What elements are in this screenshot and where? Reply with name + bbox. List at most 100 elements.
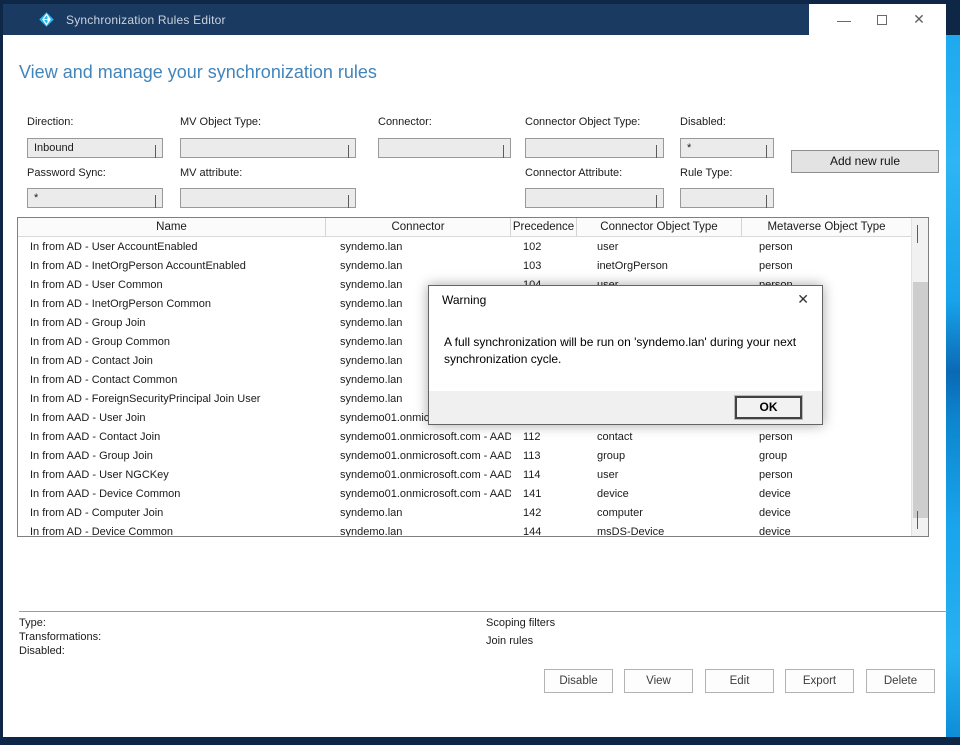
column-header-name[interactable]: Name [18, 218, 326, 236]
titlebar: Synchronization Rules Editor — ✕ [3, 4, 946, 35]
table-cell: 141 [511, 485, 577, 504]
table-cell: In from AD - Group Join [18, 314, 326, 333]
export-button[interactable]: Export [785, 669, 854, 693]
direction-dropdown[interactable]: Inbound [27, 138, 163, 158]
dialog-close-icon[interactable]: ✕ [797, 291, 809, 308]
page-title: View and manage your synchronization rul… [19, 62, 377, 83]
table-cell: user [577, 466, 742, 485]
table-cell: device [742, 523, 911, 536]
add-new-rule-button[interactable]: Add new rule [791, 150, 939, 173]
scroll-down-icon[interactable] [917, 511, 918, 529]
dialog-footer: OK [429, 391, 822, 424]
connector-attribute-label: Connector Attribute: [525, 167, 622, 179]
table-row[interactable]: In from AAD - Contact Joinsyndemo01.onmi… [18, 428, 911, 447]
table-row[interactable]: In from AD - User AccountEnabledsyndemo.… [18, 238, 911, 257]
chevron-down-icon [348, 145, 349, 157]
mv-object-type-label: MV Object Type: [180, 116, 261, 128]
minimize-icon[interactable]: — [833, 12, 855, 28]
scroll-up-icon[interactable] [917, 225, 918, 243]
table-cell: In from AD - Contact Join [18, 352, 326, 371]
scrollbar-thumb[interactable] [913, 282, 928, 518]
table-cell: In from AD - Computer Join [18, 504, 326, 523]
table-cell: syndemo01.onmicrosoft.com - AAD [326, 428, 511, 447]
rule-type-dropdown[interactable] [680, 188, 774, 208]
window-title: Synchronization Rules Editor [66, 13, 226, 27]
table-cell: group [742, 447, 911, 466]
table-cell: In from AD - InetOrgPerson Common [18, 295, 326, 314]
table-cell: person [742, 428, 911, 447]
join-rules-label: Join rules [486, 635, 533, 647]
table-row[interactable]: In from AD - InetOrgPerson AccountEnable… [18, 257, 911, 276]
app-window: Synchronization Rules Editor — ✕ View an… [3, 4, 946, 737]
table-cell: In from AD - User Common [18, 276, 326, 295]
table-cell: In from AD - InetOrgPerson AccountEnable… [18, 257, 326, 276]
desktop-background: Synchronization Rules Editor — ✕ View an… [0, 0, 960, 745]
table-cell: syndemo.lan [326, 238, 511, 257]
table-row[interactable]: In from AD - Computer Joinsyndemo.lan142… [18, 504, 911, 523]
ok-button[interactable]: OK [735, 396, 802, 419]
table-cell: msDS-Device [577, 523, 742, 536]
table-row[interactable]: In from AD - Device Commonsyndemo.lan144… [18, 523, 911, 536]
maximize-icon[interactable] [871, 12, 893, 28]
maximize-box-glyph [877, 15, 887, 25]
chevron-down-icon [656, 195, 657, 207]
desktop-wallpaper-strip [946, 35, 960, 737]
table-cell: syndemo.lan [326, 523, 511, 536]
table-cell: syndemo01.onmicrosoft.com - AAD [326, 447, 511, 466]
column-header-precedence[interactable]: Precedence [511, 218, 577, 236]
dialog-title: Warning [442, 293, 486, 307]
table-cell: In from AD - Device Common [18, 523, 326, 536]
delete-button[interactable]: Delete [866, 669, 935, 693]
disabled-filter-label: Disabled: [680, 116, 726, 128]
table-cell: contact [577, 428, 742, 447]
table-cell: 114 [511, 466, 577, 485]
connector-dropdown[interactable] [378, 138, 511, 158]
transformations-label: Transformations: [19, 631, 101, 643]
dialog-message: A full synchronization will be run on 's… [444, 334, 802, 368]
table-cell: inetOrgPerson [577, 257, 742, 276]
password-sync-dropdown[interactable]: * [27, 188, 163, 208]
table-cell: syndemo01.onmicrosoft.com - AAD [326, 466, 511, 485]
sync-diamond-icon [37, 10, 56, 29]
column-header-metaverse-object-type[interactable]: Metaverse Object Type [742, 218, 911, 236]
table-cell: syndemo.lan [326, 257, 511, 276]
table-cell: 112 [511, 428, 577, 447]
mv-attribute-dropdown[interactable] [180, 188, 356, 208]
table-cell: syndemo01.onmicrosoft.com - AAD [326, 485, 511, 504]
chevron-down-icon [155, 145, 156, 157]
disabled-detail-label: Disabled: [19, 645, 65, 657]
connector-object-type-label: Connector Object Type: [525, 116, 640, 128]
chevron-down-icon [155, 195, 156, 207]
titlebar-left: Synchronization Rules Editor [3, 4, 809, 35]
connector-object-type-dropdown[interactable] [525, 138, 664, 158]
rule-type-label: Rule Type: [680, 167, 732, 179]
table-header: Name Connector Precedence Connector Obje… [18, 218, 928, 237]
table-cell: In from AAD - User Join [18, 409, 326, 428]
table-row[interactable]: In from AAD - Group Joinsyndemo01.onmicr… [18, 447, 911, 466]
table-cell: In from AAD - Device Common [18, 485, 326, 504]
table-row[interactable]: In from AAD - Device Commonsyndemo01.onm… [18, 485, 911, 504]
connector-attribute-dropdown[interactable] [525, 188, 664, 208]
connector-label: Connector: [378, 116, 432, 128]
edit-button[interactable]: Edit [705, 669, 774, 693]
table-scrollbar[interactable] [911, 218, 928, 536]
table-cell: In from AAD - Contact Join [18, 428, 326, 447]
type-label: Type: [19, 617, 46, 629]
table-cell: In from AD - User AccountEnabled [18, 238, 326, 257]
disabled-dropdown[interactable]: * [680, 138, 774, 158]
table-cell: In from AAD - Group Join [18, 447, 326, 466]
close-icon[interactable]: ✕ [908, 11, 930, 28]
table-cell: In from AD - ForeignSecurityPrincipal Jo… [18, 390, 326, 409]
chevron-down-icon [503, 145, 504, 157]
column-header-connector-object-type[interactable]: Connector Object Type [577, 218, 742, 236]
table-cell: group [577, 447, 742, 466]
direction-label: Direction: [27, 116, 73, 128]
table-cell: user [577, 238, 742, 257]
table-cell: device [742, 485, 911, 504]
disable-button[interactable]: Disable [544, 669, 613, 693]
column-header-connector[interactable]: Connector [326, 218, 511, 236]
view-button[interactable]: View [624, 669, 693, 693]
table-row[interactable]: In from AAD - User NGCKeysyndemo01.onmic… [18, 466, 911, 485]
table-cell: person [742, 466, 911, 485]
mv-object-type-dropdown[interactable] [180, 138, 356, 158]
